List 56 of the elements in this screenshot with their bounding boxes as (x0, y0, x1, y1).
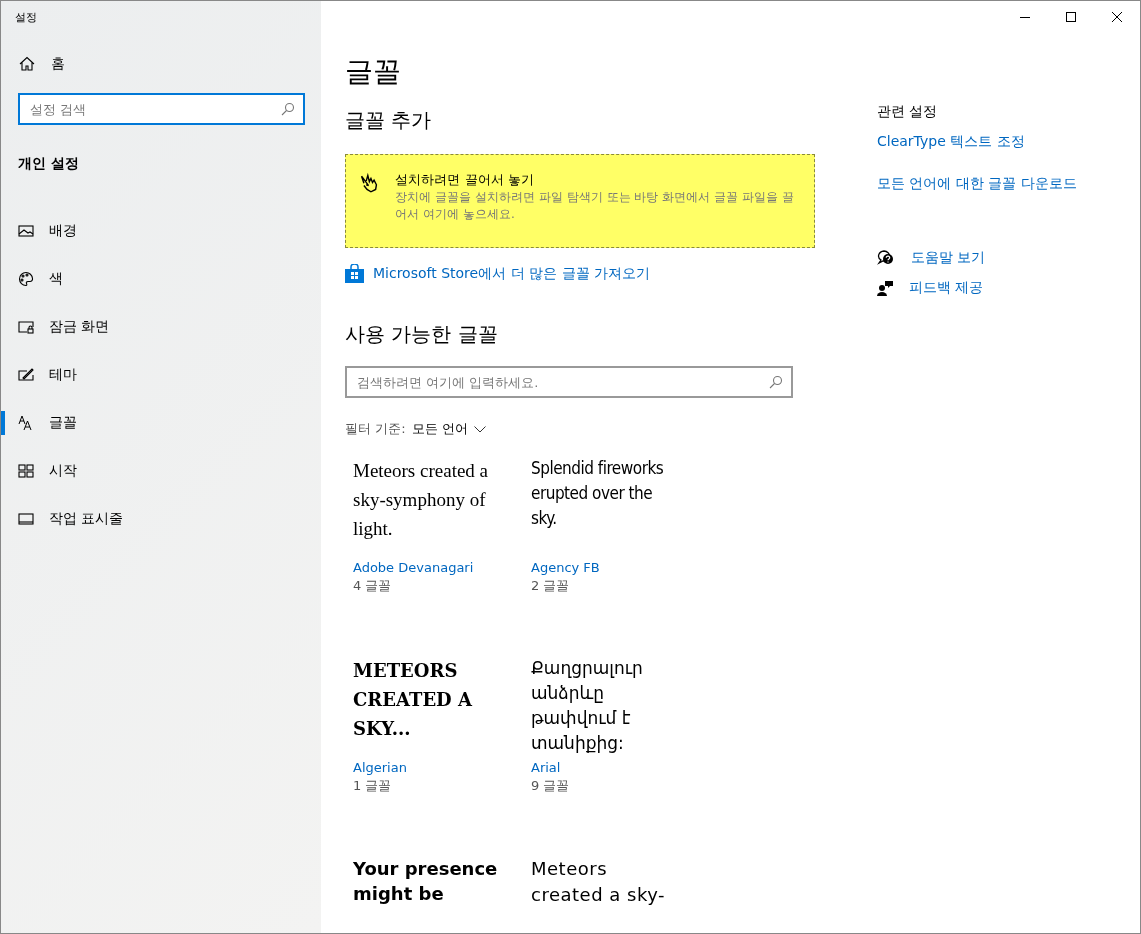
store-bag-icon (345, 264, 364, 283)
home-nav-item[interactable]: 홈 (19, 55, 321, 73)
font-preview-text: Քաղցրալուր անձրևը թափվում է տանիքից: (531, 657, 644, 755)
font-name-link[interactable]: Adobe Devanagari (353, 560, 531, 575)
font-preview-text: Your presence might be (353, 857, 499, 906)
related-link[interactable]: ClearType 텍스트 조정 (877, 133, 1077, 151)
sidebar-item[interactable]: 색 (1, 255, 321, 303)
feedback-icon (877, 280, 893, 296)
section-heading: 글꼴 추가 (345, 107, 433, 134)
home-icon (19, 56, 35, 72)
font-count: 9 글꼴 (531, 777, 571, 795)
drop-zone[interactable]: 설치하려면 끌어서 놓기 장치에 글꼴을 설치하려면 파일 탐색기 또는 바탕 화면에서 글꼴 파일을 끌어서 여기에 놓으세요. (345, 154, 815, 248)
search-icon (281, 102, 295, 116)
sidebar-item[interactable]: 작업 표시줄 (1, 495, 321, 543)
palette-icon (18, 271, 34, 287)
sidebar-item[interactable]: 시작 (1, 447, 321, 495)
taskbar-icon (18, 511, 34, 527)
chevron-down-icon (473, 425, 486, 433)
settings-search-field[interactable]: 설정 검색 (18, 93, 305, 125)
sidebar-item[interactable]: 테마 (1, 351, 321, 399)
page-title: 글꼴 (345, 54, 402, 90)
font-count: 4 글꼴 (353, 577, 393, 595)
font-preview-text: Meteors created a sky-symphony of light. (353, 459, 490, 541)
search-icon (769, 375, 783, 389)
help-link[interactable]: 피드백 제공 (909, 279, 984, 297)
font-preview-text: Meteors created a sky- (531, 857, 667, 907)
minimize-icon (1020, 16, 1030, 18)
font-search-field[interactable]: 검색하려면 여기에 입력하세요. (345, 366, 793, 398)
font-name-link[interactable]: Arial (531, 760, 709, 775)
lock-screen-icon (18, 319, 34, 335)
font-preview-text: METEORS CREATED A SKY... (353, 659, 474, 741)
window-title: 설정 (14, 10, 38, 26)
section-heading: 개인 설정 (18, 155, 80, 173)
font-count: 2 글꼴 (531, 577, 571, 595)
sidebar-item[interactable]: 배경 (1, 207, 321, 255)
start-icon (18, 463, 34, 479)
font-count: 1 글꼴 (353, 777, 393, 795)
font-preview-text: Splendid fireworks erupted over the sky. (531, 457, 665, 530)
store-link[interactable]: Microsoft Store에서 더 많은 글꼴 가져오기 (373, 264, 650, 283)
section-heading: 사용 가능한 글꼴 (345, 321, 499, 348)
help-icon (877, 250, 895, 266)
sidebar-item[interactable]: 잠금 화면 (1, 303, 321, 351)
filter-dropdown[interactable]: 필터 기준: 모든 언어 (345, 420, 486, 438)
theme-icon (18, 367, 34, 383)
drop-zone-title: 설치하려면 끌어서 놓기 (395, 171, 535, 189)
close-icon (1112, 12, 1122, 22)
related-link[interactable]: 모든 언어에 대한 글꼴 다운로드 (877, 175, 1077, 193)
drop-zone-description: 장치에 글꼴을 설치하려면 파일 탐색기 또는 바탕 화면에서 글꼴 파일을 끌어서 여기에 놓으세요. (395, 189, 795, 223)
sidebar-item[interactable]: 글꼴 (1, 399, 321, 447)
related-settings-heading: 관련 설정 (877, 103, 939, 121)
font-name-link[interactable]: Algerian (353, 760, 531, 775)
font-name-link[interactable]: Agency FB (531, 560, 709, 575)
maximize-icon (1066, 12, 1076, 22)
help-link[interactable]: 도움말 보기 (911, 249, 986, 267)
font-icon (18, 415, 34, 431)
picture-icon (18, 223, 34, 239)
